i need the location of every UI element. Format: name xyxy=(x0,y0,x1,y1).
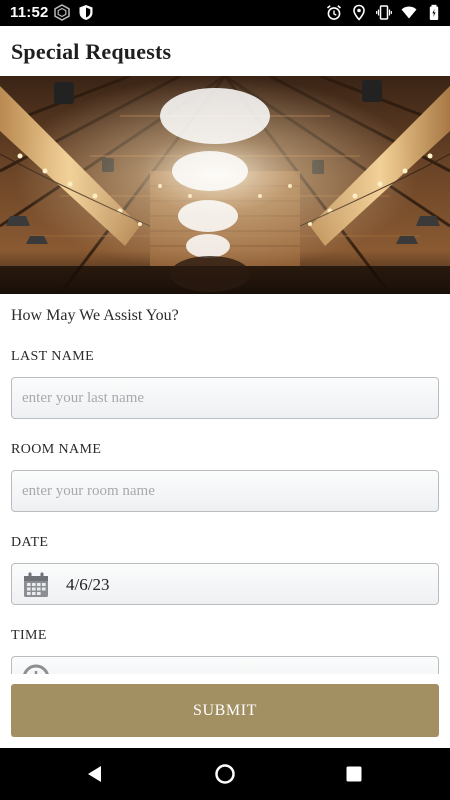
date-label: DATE xyxy=(11,535,49,550)
last-name-field xyxy=(11,377,439,419)
vibrate-icon xyxy=(376,5,392,20)
battery-icon xyxy=(429,4,439,20)
date-value: 4/6/23 xyxy=(66,575,110,594)
calendar-icon xyxy=(24,572,48,597)
time-label: TIME xyxy=(11,628,47,643)
alarm-icon xyxy=(326,5,342,20)
chandelier-barn-icon xyxy=(0,76,450,294)
date-picker-field[interactable]: 4/6/23 xyxy=(11,563,439,605)
home-icon[interactable] xyxy=(213,762,237,786)
room-name-label: ROOM NAME xyxy=(11,442,102,457)
time-picker-field[interactable] xyxy=(11,656,439,674)
shield-icon xyxy=(79,5,93,20)
status-left-icons xyxy=(54,4,94,21)
page-title: Special Requests xyxy=(11,39,172,64)
request-form: How May We Assist You? LAST NAME ROOM NA… xyxy=(0,294,450,674)
app-header: Special Requests xyxy=(0,26,450,76)
recents-icon[interactable] xyxy=(342,762,366,786)
status-right-icons xyxy=(326,4,442,21)
last-name-label: LAST NAME xyxy=(11,349,95,364)
clock-icon xyxy=(23,664,49,674)
room-name-input[interactable] xyxy=(12,471,438,511)
status-bar: 11:52 xyxy=(0,0,450,26)
location-icon xyxy=(353,4,365,21)
last-name-input[interactable] xyxy=(12,378,438,418)
status-time: 11:52 xyxy=(10,4,49,21)
back-icon[interactable] xyxy=(83,762,107,786)
vpn-hexagon-icon xyxy=(54,4,70,21)
navigation-bar xyxy=(0,748,450,800)
room-name-field xyxy=(11,470,439,512)
submit-button[interactable]: SUBMIT xyxy=(11,684,439,737)
hero-image xyxy=(0,76,450,294)
wifi-icon xyxy=(401,6,417,19)
form-heading: How May We Assist You? xyxy=(11,307,179,324)
